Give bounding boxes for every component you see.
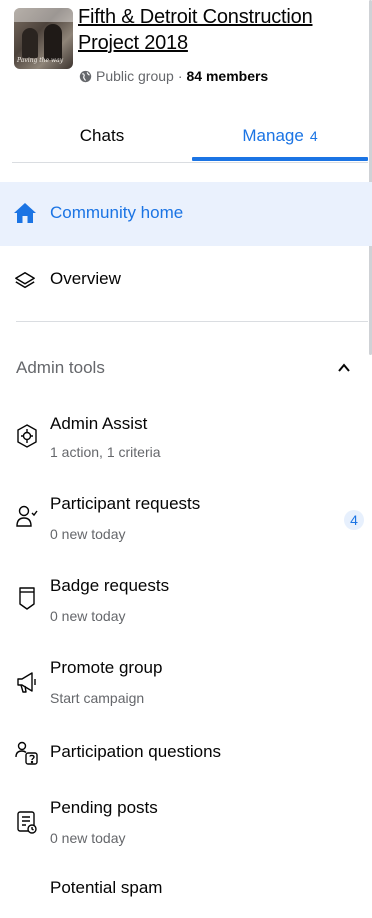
tool-pending-posts[interactable]: Pending posts 0 new today <box>0 796 372 856</box>
tool-participant-requests[interactable]: Participant requests 0 new today 4 <box>0 492 372 552</box>
tool-title: Participation questions <box>50 742 222 761</box>
tab-bar: Chats Manage 4 <box>0 112 372 164</box>
tool-potential-spam[interactable]: Potential spam <box>0 878 372 918</box>
layers-icon <box>14 270 36 292</box>
privacy-label: Public group <box>96 68 174 84</box>
tool-subtitle: 1 action, 1 criteria <box>50 444 161 460</box>
group-title[interactable]: Fifth & Detroit Construction Project 201… <box>78 4 368 56</box>
tool-subtitle: 0 new today <box>50 526 126 542</box>
chevron-up-icon[interactable] <box>336 360 352 376</box>
group-avatar[interactable]: Paving the way <box>14 8 73 69</box>
tool-participation-questions[interactable]: Participation questions <box>0 736 372 776</box>
nav-community-home[interactable]: Community home <box>0 182 372 246</box>
tool-admin-assist[interactable]: Admin Assist 1 action, 1 criteria <box>0 410 372 470</box>
tab-chats-label: Chats <box>79 126 125 145</box>
tab-chats[interactable]: Chats <box>12 112 192 160</box>
admin-tools-header[interactable]: Admin tools <box>0 352 372 384</box>
divider <box>16 321 368 322</box>
tab-manage-label: Manage <box>242 126 304 145</box>
tool-title: Promote group <box>50 658 163 677</box>
badge-icon <box>15 585 39 611</box>
questions-icon <box>15 740 39 766</box>
tool-promote-group[interactable]: Promote group Start campaign <box>0 656 372 716</box>
group-meta: Public group · 84 members <box>79 68 268 84</box>
meta-separator: · <box>177 68 183 84</box>
request-count-badge: 4 <box>344 510 364 530</box>
tab-manage-badge: 4 <box>309 128 318 144</box>
tool-title: Badge requests <box>50 576 170 595</box>
tool-title: Potential spam <box>50 878 163 897</box>
nav-overview[interactable]: Overview <box>0 250 372 310</box>
tool-title: Participant requests <box>50 494 201 513</box>
pending-posts-icon <box>15 809 39 835</box>
tool-subtitle: 0 new today <box>50 830 126 846</box>
tool-title: Pending posts <box>50 798 158 817</box>
overview-label: Overview <box>50 269 121 288</box>
active-tab-indicator <box>192 157 368 161</box>
group-header: Paving the way Fifth & Detroit Construct… <box>12 0 368 110</box>
home-icon <box>13 201 37 225</box>
tab-manage[interactable]: Manage 4 <box>192 112 368 160</box>
tool-subtitle: Start campaign <box>50 690 145 706</box>
tool-subtitle: 0 new today <box>50 608 126 624</box>
admin-tools-label: Admin tools <box>16 358 105 377</box>
megaphone-icon <box>15 669 39 695</box>
admin-assist-icon <box>15 423 39 449</box>
participant-requests-icon <box>15 503 39 529</box>
community-home-label: Community home <box>50 203 184 222</box>
tool-title: Admin Assist <box>50 414 148 433</box>
member-count[interactable]: 84 members <box>187 68 269 84</box>
globe-icon <box>79 70 92 83</box>
tool-badge-requests[interactable]: Badge requests 0 new today <box>0 574 372 634</box>
avatar-script-text: Paving the way <box>17 57 64 64</box>
divider <box>12 162 368 163</box>
